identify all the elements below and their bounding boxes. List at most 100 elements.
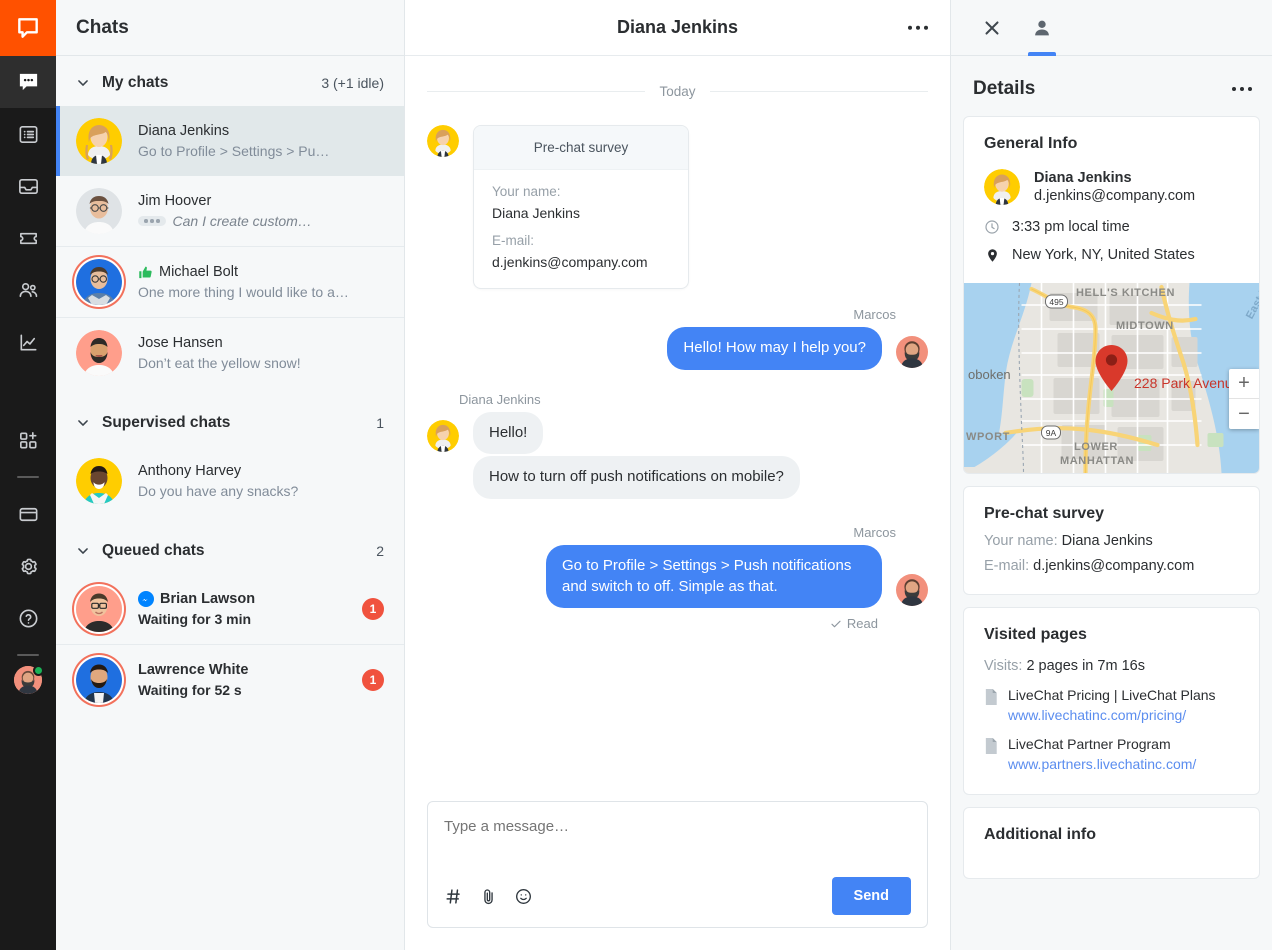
section-header-supervised-chats[interactable]: Supervised chats 1 xyxy=(56,388,404,446)
chat-list-item-michael-bolt[interactable]: Michael Bolt One more thing I would like… xyxy=(56,246,404,317)
customer-name: Diana Jenkins xyxy=(1034,170,1195,186)
visited-page-title: LiveChat Partner Program xyxy=(1008,735,1196,754)
visits-summary: Visits: 2 pages in 7m 16s xyxy=(984,658,1239,674)
day-divider-label: Today xyxy=(659,84,695,99)
rail-item-reports[interactable] xyxy=(0,316,56,368)
section-header-my-chats[interactable]: My chats 3 (+1 idle) xyxy=(56,56,404,106)
additional-info-body: Additional info xyxy=(964,808,1259,878)
chat-item-meta: Diana Jenkins Go to Profile > Settings >… xyxy=(138,123,384,159)
avatar xyxy=(76,458,122,504)
avatar xyxy=(76,586,122,632)
avatar xyxy=(76,330,122,376)
chevron-down-icon[interactable] xyxy=(76,76,92,90)
svg-text:495: 495 xyxy=(1049,297,1063,307)
section-header-queued-chats[interactable]: Queued chats 2 xyxy=(56,516,404,574)
rail-item-billing[interactable] xyxy=(0,488,56,540)
message-outgoing: Marcos Hello! How may I help you? xyxy=(427,307,928,370)
chat-list-item-jose-hansen[interactable]: Jose Hansen Don’t eat the yellow snow! xyxy=(56,317,404,388)
unread-badge: 1 xyxy=(362,598,384,620)
rail-item-apps-add[interactable] xyxy=(0,414,56,466)
message-bubble: Hello! How may I help you? xyxy=(667,327,882,370)
conversation-menu-icon[interactable] xyxy=(908,25,929,30)
customer-identity: Diana Jenkins d.jenkins@company.com xyxy=(984,169,1239,205)
survey-row-label: Your name: xyxy=(984,533,1058,549)
rail-item-help[interactable] xyxy=(0,592,56,644)
chat-list-item-lawrence-white[interactable]: Lawrence White Waiting for 52 s 1 xyxy=(56,644,404,715)
visited-page-item[interactable]: LiveChat Partner Program www.partners.li… xyxy=(984,735,1239,774)
livechat-logo[interactable] xyxy=(0,0,56,56)
survey-field-label: Your name: xyxy=(492,184,670,199)
chat-item-preview: Waiting for 3 min xyxy=(138,611,354,627)
visited-page-url[interactable]: www.livechatinc.com/pricing/ xyxy=(1008,705,1216,725)
canned-response-icon[interactable] xyxy=(444,887,463,906)
document-icon xyxy=(984,689,998,725)
attachment-icon[interactable] xyxy=(479,887,498,906)
chat-item-preview: Can I create custom… xyxy=(173,213,312,229)
avatar xyxy=(427,420,459,452)
message-author: Marcos xyxy=(667,307,896,322)
chat-list-item-anthony-harvey[interactable]: Anthony Harvey Do you have any snacks? xyxy=(56,446,404,516)
details-menu-icon[interactable] xyxy=(1232,87,1253,92)
map-zoom-in-button[interactable]: + xyxy=(1229,369,1259,399)
chat-list-item-brian-lawson[interactable]: Brian Lawson Waiting for 3 min 1 xyxy=(56,574,404,644)
message-stack: Diana Jenkins Hello! xyxy=(459,392,543,455)
chat-item-meta: Lawrence White Waiting for 52 s xyxy=(138,662,354,698)
map-zoom-controls[interactable]: + − xyxy=(1229,369,1259,429)
chat-list-title: Chats xyxy=(76,17,129,39)
visited-page-item[interactable]: LiveChat Pricing | LiveChat Plans www.li… xyxy=(984,686,1239,725)
location-map[interactable]: 495 9A HELL'S KITCHEN MIDTOWN oboken xyxy=(964,283,1259,473)
rail-item-settings[interactable] xyxy=(0,540,56,592)
send-button[interactable]: Send xyxy=(832,877,911,915)
message-author: Diana Jenkins xyxy=(459,392,543,407)
chat-item-name: Jose Hansen xyxy=(138,335,384,351)
map-label-hoboken: oboken xyxy=(968,367,1011,382)
chat-item-name-row: Brian Lawson xyxy=(138,591,354,607)
location-pin-icon xyxy=(984,248,1000,263)
map-zoom-out-button[interactable]: − xyxy=(1229,399,1259,429)
chat-list-item-diana-jenkins[interactable]: Diana Jenkins Go to Profile > Settings >… xyxy=(56,106,404,176)
local-time-row: 3:33 pm local time xyxy=(984,219,1239,235)
message-input[interactable] xyxy=(444,818,911,864)
customer-profile-icon[interactable] xyxy=(1021,0,1063,56)
current-agent-avatar[interactable] xyxy=(14,666,42,694)
visited-page-title: LiveChat Pricing | LiveChat Plans xyxy=(1008,686,1216,705)
message-bubble: How to turn off push notifications on mo… xyxy=(473,456,800,499)
details-pre-chat-survey-body: Pre-chat survey Your name: Diana Jenkins… xyxy=(964,487,1259,594)
chat-item-meta: Jose Hansen Don’t eat the yellow snow! xyxy=(138,335,384,371)
composer-box[interactable]: Send xyxy=(427,801,928,928)
survey-field-value: Diana Jenkins xyxy=(492,205,670,221)
rail-item-ticket[interactable] xyxy=(0,212,56,264)
chat-list-item-jim-hoover[interactable]: Jim Hoover Can I create custom… xyxy=(56,176,404,246)
day-divider: Today xyxy=(427,84,928,99)
customer-identity-text: Diana Jenkins d.jenkins@company.com xyxy=(1034,170,1195,204)
pre-chat-survey-body: Your name: Diana Jenkins E-mail: d.jenki… xyxy=(474,170,688,288)
message-stack: Marcos Hello! How may I help you? xyxy=(667,307,896,370)
local-time-value: 3:33 pm local time xyxy=(1012,219,1130,235)
message-bubble: Hello! xyxy=(473,412,543,455)
avatar xyxy=(984,169,1020,205)
map-label-newport: WPORT xyxy=(966,431,1010,443)
rail-item-archives[interactable] xyxy=(0,108,56,160)
survey-field-value: d.jenkins@company.com xyxy=(492,254,670,270)
emoji-icon[interactable] xyxy=(514,887,533,906)
rail-item-tickets-inbox[interactable] xyxy=(0,160,56,212)
avatar xyxy=(427,125,459,157)
chevron-down-icon[interactable] xyxy=(76,544,92,558)
visited-page-text: LiveChat Partner Program www.partners.li… xyxy=(1008,735,1196,774)
document-icon xyxy=(984,738,998,774)
rail-divider xyxy=(17,476,39,478)
chat-list-header: Chats xyxy=(56,0,404,56)
message-incoming: How to turn off push notifications on mo… xyxy=(427,456,928,499)
section-count: 3 (+1 idle) xyxy=(321,75,384,91)
chat-list-body[interactable]: My chats 3 (+1 idle) xyxy=(56,56,404,950)
details-content[interactable]: General Info xyxy=(951,116,1272,950)
chevron-down-icon[interactable] xyxy=(76,416,92,430)
close-details-icon[interactable] xyxy=(971,0,1013,56)
visits-value: 2 pages in 7m 16s xyxy=(1026,658,1145,674)
visited-page-url[interactable]: www.partners.livechatinc.com/ xyxy=(1008,754,1196,774)
chat-item-preview: Go to Profile > Settings > Pu… xyxy=(138,143,384,159)
rail-item-chats[interactable] xyxy=(0,56,56,108)
section-count: 1 xyxy=(376,415,384,431)
rail-item-team[interactable] xyxy=(0,264,56,316)
visited-pages-card: Visited pages Visits: 2 pages in 7m 16s … xyxy=(963,607,1260,795)
